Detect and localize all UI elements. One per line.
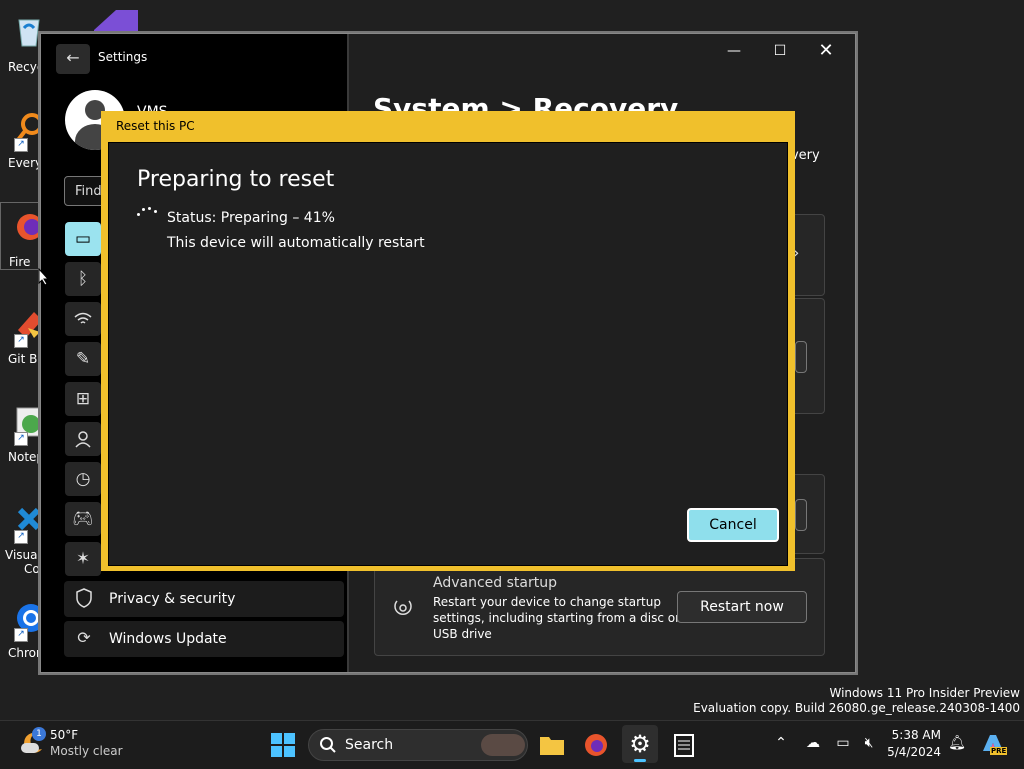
restart-notice: This device will automatically restart: [167, 235, 425, 251]
apps-icon: ⊞: [75, 389, 91, 409]
nav-windows-update[interactable]: ⟳ Windows Update: [64, 621, 344, 657]
shortcut-arrow-icon: ↗: [14, 432, 28, 446]
progress-spinner-icon: [137, 207, 159, 219]
notification-bell-icon[interactable]: 🔔︎: [946, 735, 968, 751]
description-line: Restart your device to change startup: [433, 595, 661, 609]
folder-icon: [540, 737, 564, 755]
minimize-icon: —: [727, 43, 741, 59]
desktop-icon-label: Visual: [5, 548, 41, 562]
watermark-edition: Windows 11 Pro Insider Preview: [829, 686, 1020, 700]
nav-accessibility[interactable]: ✶: [65, 542, 101, 576]
reset-status: Status: Preparing – 41%: [167, 210, 335, 226]
windows-logo-icon: [271, 733, 295, 757]
advanced-startup-card: Advanced startup Restart your device to …: [374, 558, 825, 656]
monitor-icon: ▭: [74, 229, 92, 249]
back-button[interactable]: ←: [56, 44, 90, 74]
active-indicator: [634, 759, 646, 762]
dialog-heading: Preparing to reset: [137, 167, 335, 192]
shield-icon: [74, 588, 94, 608]
notepad-icon: [674, 734, 694, 757]
taskbar: 1 50°F Mostly clear Search ⚙ ⌃ ☁ ▭ 🔇︎ 5:…: [0, 720, 1024, 769]
description-line: USB drive: [433, 627, 492, 641]
nav-label: Windows Update: [109, 631, 227, 647]
gamepad-icon: 🎮︎: [72, 509, 94, 529]
nav-personalization[interactable]: ✎: [65, 342, 101, 376]
desktop-icon-label: Notep: [8, 450, 45, 464]
time-language-icon: ◷: [75, 469, 91, 489]
description-line: settings, including starting from a disc…: [433, 611, 681, 625]
mouse-cursor-icon: [38, 267, 50, 290]
display-tray-icon[interactable]: ▭: [832, 735, 854, 751]
search-label: Search: [345, 737, 394, 753]
advanced-startup-title: Advanced startup: [433, 575, 557, 591]
close-button[interactable]: ✕: [811, 42, 841, 62]
maximize-icon: ☐: [773, 43, 787, 59]
settings-taskbar-button[interactable]: ⚙: [622, 725, 658, 763]
show-hidden-icons-button[interactable]: ⌃: [770, 735, 792, 751]
desktop-icon-label-line2: Co: [24, 562, 40, 576]
shortcut-arrow-icon: ↗: [14, 530, 28, 544]
brush-icon: ✎: [75, 349, 91, 369]
card-button[interactable]: [795, 499, 807, 531]
bluetooth-icon: ᛒ: [77, 269, 89, 289]
nav-privacy-security[interactable]: Privacy & security: [64, 581, 344, 617]
advanced-startup-icon: [391, 595, 415, 619]
cancel-button[interactable]: Cancel: [687, 508, 779, 542]
weather-desc: Mostly clear: [50, 744, 123, 758]
dialog-window-title: Reset this PC: [116, 119, 195, 133]
card-button[interactable]: [795, 341, 807, 373]
desktop-icon-label: Git B: [8, 352, 38, 366]
accessibility-icon: ✶: [75, 549, 91, 569]
desktop-icon-label: Every: [8, 156, 43, 170]
restart-now-button[interactable]: Restart now: [677, 591, 807, 623]
advanced-startup-description: Restart your device to change startup se…: [433, 594, 680, 642]
shortcut-arrow-icon: ↗: [14, 138, 28, 152]
notepad-taskbar-button[interactable]: [669, 730, 699, 760]
nav-accounts[interactable]: [65, 422, 101, 456]
file-explorer-button[interactable]: [537, 730, 567, 760]
watermark-build: Evaluation copy. Build 26080.ge_release.…: [693, 701, 1020, 715]
reset-pc-dialog: Reset this PC Preparing to reset Status:…: [101, 111, 795, 571]
chevron-up-icon: ⌃: [775, 735, 787, 751]
nav-apps[interactable]: ⊞: [65, 382, 101, 416]
person-icon: [75, 431, 91, 448]
desktop-icon-label: Recyc: [8, 60, 44, 74]
weather-icon[interactable]: 1: [18, 727, 46, 757]
gear-icon: ⚙: [629, 730, 651, 758]
firefox-icon: [585, 734, 607, 756]
weather-badge: 1: [32, 727, 46, 741]
nav-bluetooth[interactable]: ᛒ: [65, 262, 101, 296]
minimize-button[interactable]: —: [719, 42, 749, 62]
dialog-body: Preparing to reset Status: Preparing – 4…: [108, 142, 788, 566]
desktop-icon-label: Chron: [8, 646, 44, 660]
volume-muted-icon[interactable]: 🔇︎: [858, 735, 880, 751]
close-icon: ✕: [818, 40, 834, 61]
nav-system[interactable]: ▭: [65, 222, 101, 256]
search-icon: [319, 736, 337, 754]
shortcut-arrow-icon: ↗: [14, 334, 28, 348]
clock-time[interactable]: 5:38 AM: [886, 728, 941, 742]
search-highlight-icon: [481, 734, 525, 756]
app-title: Settings: [98, 50, 148, 64]
firefox-taskbar-button[interactable]: [581, 730, 611, 760]
nav-time-language[interactable]: ◷: [65, 462, 101, 496]
taskbar-search[interactable]: Search: [308, 729, 528, 761]
start-button[interactable]: [268, 730, 298, 760]
clock-date[interactable]: 5/4/2024: [886, 745, 941, 759]
maximize-button[interactable]: ☐: [765, 42, 795, 62]
network-tray-icon[interactable]: ☁: [802, 735, 824, 751]
refresh-icon: ⟳: [77, 628, 91, 647]
weather-temp: 50°F: [50, 728, 79, 742]
visual-studio-icon[interactable]: [92, 6, 142, 34]
shortcut-arrow-icon: ↗: [14, 628, 28, 642]
wifi-icon: [74, 312, 92, 324]
nav-network[interactable]: [65, 302, 101, 336]
nav-label: Privacy & security: [109, 591, 236, 607]
desktop-icon-label: Fire: [9, 255, 31, 269]
copilot-pre-badge: PRE: [990, 747, 1008, 755]
nav-gaming[interactable]: 🎮︎: [65, 502, 101, 536]
back-arrow-icon: ←: [66, 48, 80, 67]
copilot-icon[interactable]: PRE: [980, 731, 1008, 757]
